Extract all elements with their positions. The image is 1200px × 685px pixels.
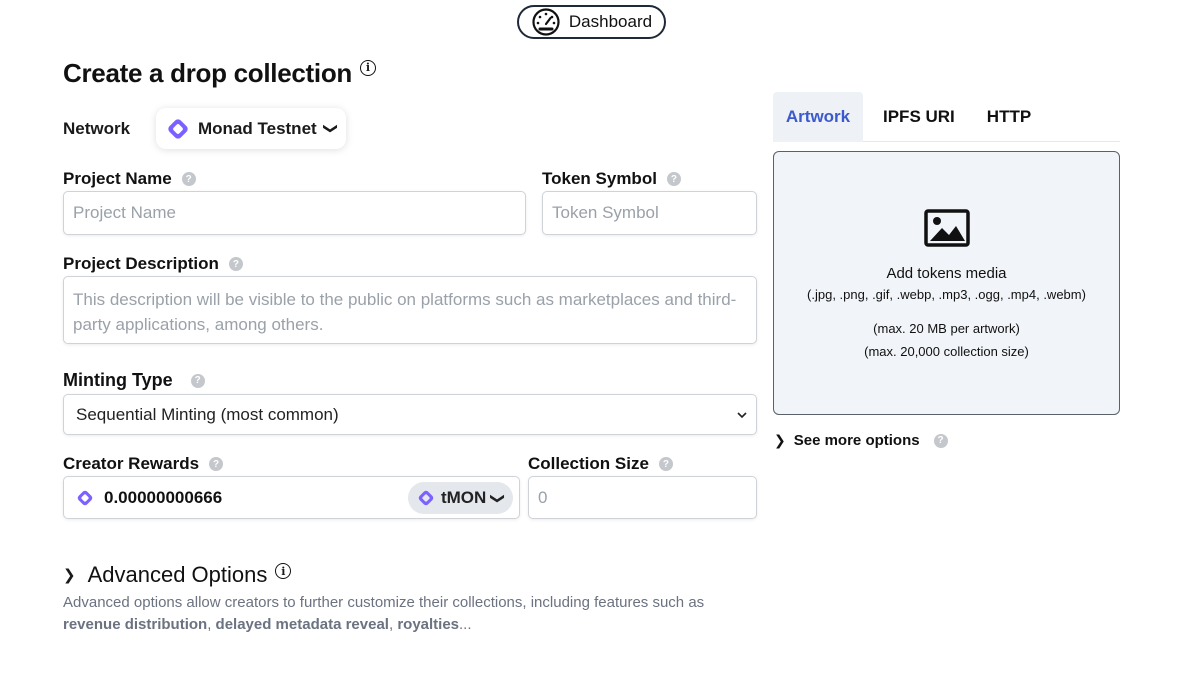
dropzone-max-collection: (max. 20,000 collection size) xyxy=(864,344,1029,359)
help-icon[interactable]: ? xyxy=(209,457,224,471)
help-icon[interactable]: ? xyxy=(181,172,196,186)
help-icon[interactable]: ? xyxy=(190,373,205,388)
tab-artwork[interactable]: Artwork xyxy=(773,92,863,142)
chevron-right-icon: ❯ xyxy=(774,432,786,448)
dropzone-title: Add tokens media xyxy=(886,265,1007,282)
creator-rewards-value: 0.00000000666 xyxy=(104,487,223,507)
help-icon[interactable]: ? xyxy=(666,172,681,186)
token-symbol-label: Token Symbol ? xyxy=(542,169,681,189)
monad-logo-icon xyxy=(168,118,188,139)
advanced-options-toggle[interactable]: ❯ Advanced Options i xyxy=(63,562,292,588)
page-title: Create a drop collection xyxy=(63,58,352,88)
creator-rewards-label: Creator Rewards ? xyxy=(63,454,224,474)
feature-delayed-metadata-reveal: delayed metadata reveal xyxy=(215,616,389,633)
chevron-right-icon: ❯ xyxy=(63,567,76,584)
advanced-options-title: Advanced Options xyxy=(87,562,268,587)
chevron-down-icon xyxy=(737,411,747,418)
project-description-label-text: Project Description xyxy=(63,254,219,273)
network-value: Monad Testnet xyxy=(198,118,317,138)
feature-royalties: royalties xyxy=(397,616,460,633)
creator-rewards-input[interactable]: 0.00000000666 tMON ❯ xyxy=(63,476,520,519)
page-title-row: Create a drop collection i xyxy=(63,58,376,89)
see-more-options-label: See more options xyxy=(793,432,920,449)
minting-type-select[interactable]: Sequential Minting (most common) xyxy=(63,394,757,435)
separator: , xyxy=(388,616,394,633)
collection-size-input[interactable]: 0 xyxy=(528,476,757,519)
dropzone-formats: (.jpg, .png, .gif, .webp, .mp3, .ogg, .m… xyxy=(807,287,1086,302)
media-dropzone[interactable]: Add tokens media (.jpg, .png, .gif, .web… xyxy=(773,151,1120,415)
token-select[interactable]: tMON ❯ xyxy=(408,482,513,514)
tab-http[interactable]: HTTP xyxy=(973,92,1045,142)
minting-type-value: Sequential Minting (most common) xyxy=(76,404,339,424)
monad-logo-icon xyxy=(418,490,434,506)
project-description-label: Project Description ? xyxy=(63,254,243,274)
media-tabs: Artwork IPFS URI HTTP xyxy=(773,92,1120,142)
token-symbol-label-text: Token Symbol xyxy=(542,169,657,188)
see-more-options-toggle[interactable]: ❯ See more options ? xyxy=(774,432,948,449)
tab-ipfs-uri[interactable]: IPFS URI xyxy=(869,92,969,142)
chevron-down-icon: ❯ xyxy=(490,492,507,504)
info-icon[interactable]: i xyxy=(359,59,376,76)
image-icon xyxy=(924,209,970,247)
separator: , xyxy=(207,616,212,633)
token-value: tMON xyxy=(440,488,487,507)
help-icon[interactable]: ? xyxy=(658,457,673,471)
collection-size-label-text: Collection Size xyxy=(528,454,649,473)
feature-revenue-distribution: revenue distribution xyxy=(63,616,208,633)
dashboard-label: Dashboard xyxy=(568,12,653,31)
collection-size-label: Collection Size ? xyxy=(528,454,673,474)
network-label: Network xyxy=(63,119,131,138)
speedometer-icon xyxy=(532,8,560,36)
minting-type-label: Minting Type ? xyxy=(63,370,205,391)
project-name-label-text: Project Name xyxy=(63,169,172,188)
minting-type-label-text: Minting Type xyxy=(63,370,173,390)
advanced-options-description: Advanced options allow creators to furth… xyxy=(63,592,753,636)
network-select[interactable]: Monad Testnet ❯ xyxy=(156,108,346,149)
dashboard-button[interactable]: Dashboard xyxy=(517,5,666,39)
token-symbol-input[interactable]: Token Symbol xyxy=(542,191,757,235)
help-icon[interactable]: ? xyxy=(933,433,948,448)
project-description-textarea[interactable]: This description will be visible to the … xyxy=(63,276,757,344)
creator-rewards-label-text: Creator Rewards xyxy=(63,454,200,473)
help-icon[interactable]: ? xyxy=(228,257,243,271)
monad-logo-icon xyxy=(77,490,93,505)
project-name-label: Project Name ? xyxy=(63,169,196,189)
advanced-desc-prefix: Advanced options allow creators to furth… xyxy=(63,594,705,611)
ellipsis: ... xyxy=(459,616,472,633)
chevron-down-icon: ❯ xyxy=(323,122,340,135)
info-icon[interactable]: i xyxy=(275,563,292,579)
dropzone-max-artwork: (max. 20 MB per artwork) xyxy=(873,321,1020,336)
project-name-input[interactable]: Project Name xyxy=(63,191,526,235)
